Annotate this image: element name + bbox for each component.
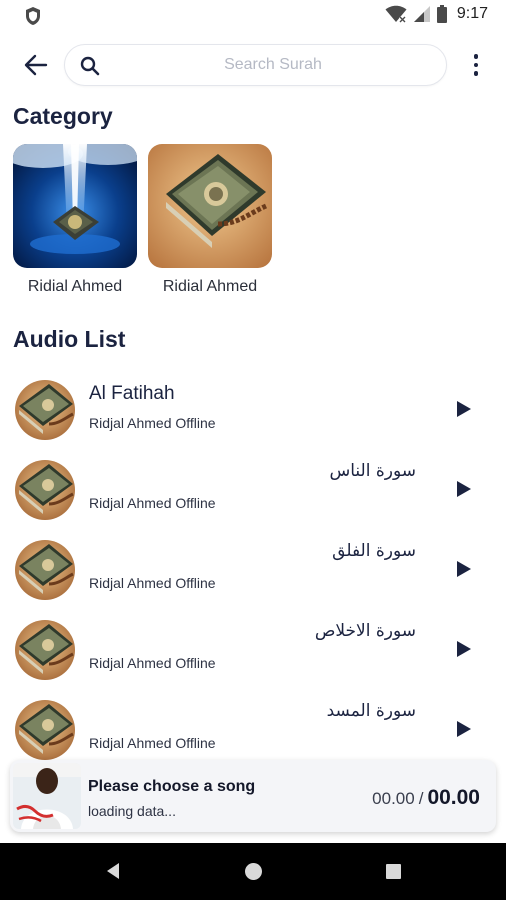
- audio-thumbnail: [15, 700, 75, 760]
- audio-subtitle: Ridjal Ahmed Offline: [89, 415, 216, 431]
- signal-icon: [413, 6, 430, 22]
- player-title: Please choose a song: [88, 778, 256, 795]
- player-time: 00.00 / 00.00: [372, 786, 480, 810]
- status-bar: 9:17: [0, 0, 506, 32]
- battery-icon: [436, 5, 447, 23]
- audio-list-item[interactable]: سورة الاخلاص Ridjal Ahmed Offline: [0, 615, 506, 695]
- nav-back-icon[interactable]: [105, 862, 121, 880]
- audio-thumbnail: [15, 620, 75, 680]
- audio-list-title: Audio List: [13, 326, 126, 352]
- back-arrow-icon: [24, 54, 48, 76]
- system-nav-bar: [0, 843, 506, 900]
- audio-title: سورة المسد: [326, 701, 416, 721]
- play-icon[interactable]: [455, 479, 473, 499]
- player-status: loading data...: [88, 803, 176, 819]
- status-time: 9:17: [456, 5, 488, 22]
- audio-thumbnail: [15, 380, 75, 440]
- more-vert-icon: [473, 54, 479, 59]
- player-artwork: [13, 763, 81, 829]
- back-button[interactable]: [18, 50, 54, 80]
- total-time: 00.00: [427, 786, 480, 809]
- play-icon[interactable]: [455, 399, 473, 419]
- search-bar[interactable]: [64, 44, 447, 86]
- category-image: [13, 144, 137, 268]
- wifi-icon: [385, 5, 407, 23]
- play-icon[interactable]: [455, 719, 473, 739]
- audio-thumbnail: [15, 540, 75, 600]
- time-separator: /: [418, 789, 424, 808]
- audio-list-item[interactable]: سورة الفلق Ridjal Ahmed Offline: [0, 535, 506, 615]
- play-icon[interactable]: [455, 559, 473, 579]
- audio-title: سورة الفلق: [332, 541, 416, 561]
- more-options-button[interactable]: [464, 50, 488, 80]
- mini-player[interactable]: Please choose a song loading data... 00.…: [10, 760, 496, 832]
- category-card-1[interactable]: Ridial Ahmed: [13, 144, 137, 296]
- category-card-2[interactable]: Ridial Ahmed: [148, 144, 272, 296]
- search-input[interactable]: [113, 45, 433, 85]
- category-label: Ridial Ahmed: [162, 278, 258, 295]
- audio-subtitle: Ridjal Ahmed Offline: [89, 655, 216, 671]
- audio-title: سورة الاخلاص: [314, 621, 416, 641]
- nav-recents-icon[interactable]: [386, 864, 401, 879]
- category-title: Category: [13, 103, 113, 129]
- app-bar: [0, 40, 506, 90]
- current-time: 00.00: [372, 789, 415, 808]
- nav-home-icon[interactable]: [245, 863, 262, 880]
- search-icon: [80, 56, 100, 76]
- audio-subtitle: Ridjal Ahmed Offline: [89, 575, 216, 591]
- audio-list-item[interactable]: سورة الناس Ridjal Ahmed Offline: [0, 455, 506, 535]
- shield-icon: [26, 7, 40, 25]
- category-image: [148, 144, 272, 268]
- audio-list-item[interactable]: Al Fatihah Ridjal Ahmed Offline: [0, 375, 506, 455]
- category-label: Ridial Ahmed: [27, 278, 123, 295]
- audio-subtitle: Ridjal Ahmed Offline: [89, 495, 216, 511]
- audio-subtitle: Ridjal Ahmed Offline: [89, 735, 216, 751]
- play-icon[interactable]: [455, 639, 473, 659]
- audio-title: Al Fatihah: [89, 383, 175, 404]
- audio-title: سورة الناس: [329, 461, 416, 481]
- audio-thumbnail: [15, 460, 75, 520]
